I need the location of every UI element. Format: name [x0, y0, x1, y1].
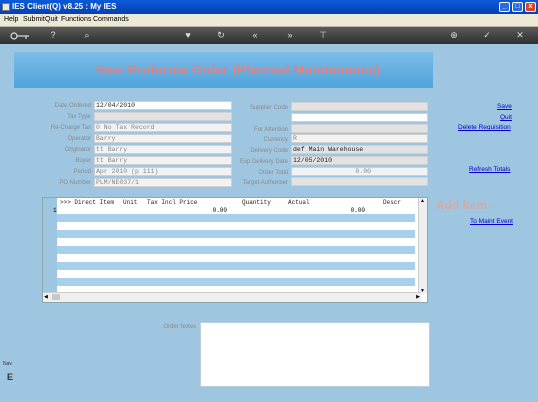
check-icon[interactable]: ✓ [481, 30, 493, 40]
label-for-attention: For Attention [253, 127, 288, 133]
window-title-bar: IES Client(Q) v8.25 : My IES _ □ x [0, 0, 538, 14]
scroll-thumb[interactable] [52, 294, 60, 300]
page-title: New Proforma Order (Planned Maintenance) [96, 62, 381, 77]
label-currency: Currency [263, 137, 288, 143]
table-row[interactable] [57, 230, 415, 238]
search-icon[interactable]: ⌕ [81, 30, 93, 40]
label-exp-delivery-date: Exp Delivery Date [239, 159, 288, 165]
maximize-button[interactable]: □ [512, 2, 523, 12]
close-icon[interactable]: ✕ [514, 30, 526, 40]
table-row[interactable] [57, 262, 415, 270]
target-authoriser-field[interactable] [291, 177, 428, 186]
scroll-up-icon[interactable]: ▲ [420, 198, 425, 204]
page-header-band: New Proforma Order (Planned Maintenance) [14, 52, 433, 88]
table-row[interactable] [57, 254, 415, 262]
order-notes-textarea[interactable] [200, 322, 430, 387]
grid-header: >>> Direct Item Unit Tax Incl Price Quan… [57, 198, 415, 206]
first-record-icon[interactable]: « [249, 30, 261, 40]
menu-submit[interactable]: Submit [23, 16, 45, 23]
heart-icon[interactable]: ♥ [182, 30, 194, 40]
menu-help[interactable]: Help [4, 16, 18, 23]
col-direct-item[interactable]: >>> Direct Item [60, 199, 114, 206]
minimize-button[interactable]: _ [499, 2, 510, 12]
app-icon [2, 3, 10, 11]
label-target-authoriser: Target Authoriser [242, 180, 288, 186]
add-item-label[interactable]: Add Item - [436, 198, 495, 212]
col-quantity[interactable]: Quantity [242, 199, 271, 206]
for-attention-field[interactable] [291, 124, 428, 133]
row-price[interactable]: 0.00 [187, 207, 227, 214]
refresh-icon[interactable]: ↻ [215, 30, 227, 40]
label-date-ordered: Date Ordered [54, 103, 91, 109]
col-tax-incl-price[interactable]: Tax Incl Price [147, 199, 197, 206]
order-total-field: 0.00 [291, 167, 428, 176]
window-title: IES Client(Q) v8.25 : My IES [12, 2, 117, 11]
help-icon[interactable]: ? [47, 30, 59, 40]
label-po-number: PO Number [59, 180, 91, 186]
key-icon[interactable] [10, 32, 30, 40]
delivery-code-field[interactable]: def Main Warehouse [291, 145, 428, 154]
col-descr[interactable]: Descr [383, 199, 401, 206]
label-order-total: Order Total [258, 170, 288, 176]
toolbar: ? ⌕ ♥ ↻ « » ⊤ ⊕ ✓ ✕ [0, 27, 538, 44]
close-window-button[interactable]: x [525, 2, 536, 12]
label-operator: Operator [67, 136, 91, 142]
currency-field[interactable]: R [291, 134, 428, 143]
grid-vertical-scrollbar[interactable]: ▲ ▼ [418, 198, 427, 294]
table-row[interactable] [57, 278, 415, 286]
order-lines-grid[interactable]: 1 >>> Direct Item Unit Tax Incl Price Qu… [42, 197, 428, 303]
label-order-notes: Order Notes [163, 324, 196, 330]
scroll-right-icon[interactable]: ▶ [416, 294, 420, 300]
menu-functions[interactable]: Functions [61, 16, 91, 23]
label-supplier-code: Supplier Code [249, 105, 288, 111]
grid-horizontal-scrollbar[interactable]: ◀ ▶ [43, 292, 421, 302]
table-row[interactable]: 0.00 0.00 [57, 206, 415, 214]
last-record-icon[interactable]: » [284, 30, 296, 40]
exp-delivery-date-field[interactable]: 12/05/2010 [291, 156, 428, 165]
supplier-code-field[interactable] [291, 102, 428, 111]
globe-icon[interactable]: ⊕ [448, 30, 460, 40]
table-row[interactable] [57, 222, 415, 230]
table-row[interactable] [57, 238, 415, 246]
table-row[interactable] [57, 246, 415, 254]
label-originator: Originator [64, 147, 91, 153]
col-actual[interactable]: Actual [288, 199, 310, 206]
scroll-left-icon[interactable]: ◀ [44, 294, 48, 300]
save-link[interactable]: Save [497, 103, 512, 110]
delete-requisition-link[interactable]: Delete Requisition [458, 124, 511, 131]
label-period: Period [73, 169, 91, 175]
menu-bar: Help Submit Quit Functions Commands [0, 14, 538, 27]
grid-row-gutter: 1 [43, 198, 57, 302]
label-tax-type: Tax Type [67, 114, 91, 120]
pin-icon[interactable]: ⊤ [317, 30, 329, 40]
supplier-name-field[interactable] [291, 113, 428, 122]
tax-type-field[interactable] [94, 112, 232, 121]
quit-link[interactable]: Quit [500, 114, 512, 121]
menu-quit[interactable]: Quit [45, 16, 58, 23]
side-e-label[interactable]: E [7, 372, 13, 382]
menu-commands[interactable]: Commands [93, 16, 129, 23]
label-buyer: Buyer [75, 158, 91, 164]
to-maint-event-link[interactable]: To Maint Event [470, 218, 513, 225]
col-unit[interactable]: Unit [123, 199, 137, 206]
table-row[interactable] [57, 270, 415, 278]
label-recharge-tax: Re-Charge Tax [50, 125, 91, 131]
refresh-totals-link[interactable]: Refresh Totals [469, 166, 510, 173]
row-actual[interactable]: 0.00 [325, 207, 365, 214]
side-nav-label[interactable]: Nav [3, 361, 12, 367]
label-delivery-code: Delivery Code [250, 148, 288, 154]
table-row[interactable] [57, 214, 415, 222]
